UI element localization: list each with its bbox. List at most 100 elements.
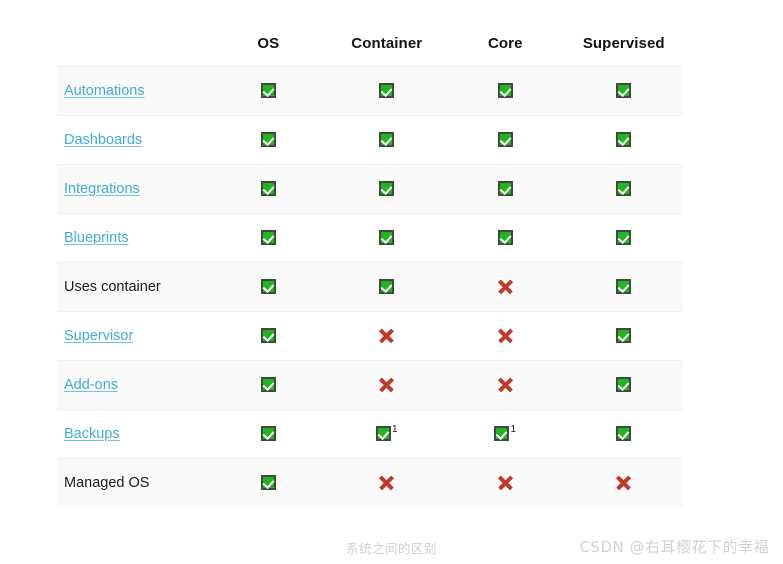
footnote-marker[interactable]: 1 bbox=[392, 424, 398, 435]
feature-link-automations[interactable]: Automations bbox=[64, 83, 145, 99]
red-cross-icon bbox=[498, 377, 513, 392]
green-check-icon bbox=[616, 230, 632, 246]
cell-container bbox=[327, 213, 446, 263]
column-header-supervised: Supervised bbox=[564, 18, 683, 67]
cell-core bbox=[446, 360, 565, 410]
cell-core bbox=[446, 115, 565, 165]
cell-container bbox=[327, 66, 446, 116]
cell-os bbox=[209, 458, 328, 507]
check-box-glyph bbox=[375, 426, 391, 442]
check-box-glyph bbox=[379, 83, 395, 99]
feature-cell: Backups bbox=[57, 409, 209, 459]
green-check-icon bbox=[497, 132, 513, 148]
feature-link-add-ons[interactable]: Add-ons bbox=[64, 377, 118, 393]
green-check-icon bbox=[616, 279, 632, 295]
green-check-icon bbox=[616, 377, 632, 393]
cell-supervised bbox=[564, 262, 683, 312]
green-check-icon bbox=[260, 328, 276, 344]
comparison-table-container: OS Container Core Supervised Automations… bbox=[57, 18, 683, 507]
table-row: Blueprints bbox=[57, 213, 683, 263]
cell-core bbox=[446, 164, 565, 214]
cell-supervised bbox=[564, 360, 683, 410]
cross-glyph bbox=[498, 328, 513, 343]
cell-supervised bbox=[564, 66, 683, 116]
feature-cell: Dashboards bbox=[57, 115, 209, 165]
red-cross-icon bbox=[498, 279, 513, 294]
cell-supervised bbox=[564, 164, 683, 214]
check-box-glyph bbox=[260, 132, 276, 148]
check-box-glyph bbox=[260, 230, 276, 246]
cell-container bbox=[327, 360, 446, 410]
cell-core bbox=[446, 262, 565, 312]
green-check-icon bbox=[260, 132, 276, 148]
column-header-container: Container bbox=[327, 18, 446, 67]
check-box-glyph bbox=[260, 377, 276, 393]
check-box-glyph bbox=[497, 83, 513, 99]
green-check-icon bbox=[375, 426, 391, 442]
header-row: OS Container Core Supervised bbox=[57, 18, 683, 67]
check-box-glyph bbox=[379, 132, 395, 148]
green-check-icon bbox=[616, 132, 632, 148]
cell-os bbox=[209, 360, 328, 410]
cell-os bbox=[209, 409, 328, 459]
feature-link-backups[interactable]: Backups bbox=[64, 426, 120, 442]
footnote-marker[interactable]: 1 bbox=[510, 424, 516, 435]
check-box-glyph bbox=[260, 181, 276, 197]
feature-cell: Integrations bbox=[57, 164, 209, 214]
cell-os bbox=[209, 311, 328, 361]
check-box-glyph bbox=[494, 426, 510, 442]
cell-container bbox=[327, 311, 446, 361]
check-box-glyph bbox=[379, 279, 395, 295]
table-row: Add-ons bbox=[57, 360, 683, 410]
cross-glyph bbox=[379, 475, 394, 490]
feature-cell: Uses container bbox=[57, 262, 209, 312]
green-check-icon bbox=[616, 83, 632, 99]
check-box-glyph bbox=[260, 83, 276, 99]
cell-container bbox=[327, 262, 446, 312]
green-check-icon bbox=[616, 181, 632, 197]
cell-core bbox=[446, 458, 565, 507]
cell-container bbox=[327, 115, 446, 165]
red-cross-icon bbox=[498, 328, 513, 343]
feature-label-uses-container: Uses container bbox=[64, 279, 161, 295]
green-check-icon bbox=[379, 181, 395, 197]
table-row: Backups 1 1 bbox=[57, 409, 683, 459]
feature-link-blueprints[interactable]: Blueprints bbox=[64, 230, 128, 246]
column-header-feature bbox=[57, 18, 209, 67]
green-check-icon bbox=[497, 83, 513, 99]
cell-os bbox=[209, 213, 328, 263]
feature-link-dashboards[interactable]: Dashboards bbox=[64, 132, 142, 148]
feature-link-supervisor[interactable]: Supervisor bbox=[64, 328, 133, 344]
csdn-watermark: CSDN @右耳樱花下的幸福 bbox=[579, 538, 769, 556]
cell-core bbox=[446, 311, 565, 361]
cell-core bbox=[446, 213, 565, 263]
check-box-glyph bbox=[616, 377, 632, 393]
feature-cell: Add-ons bbox=[57, 360, 209, 410]
green-check-icon bbox=[260, 279, 276, 295]
cell-os bbox=[209, 262, 328, 312]
check-box-glyph bbox=[616, 181, 632, 197]
red-cross-icon bbox=[379, 475, 394, 490]
feature-link-integrations[interactable]: Integrations bbox=[64, 181, 140, 197]
check-box-glyph bbox=[379, 230, 395, 246]
check-box-glyph bbox=[616, 132, 632, 148]
green-check-icon bbox=[616, 426, 632, 442]
check-box-glyph bbox=[379, 181, 395, 197]
check-box-glyph bbox=[260, 426, 276, 442]
check-box-glyph bbox=[616, 83, 632, 99]
check-box-glyph bbox=[616, 426, 632, 442]
red-cross-icon bbox=[379, 328, 394, 343]
green-check-icon bbox=[260, 181, 276, 197]
cell-container bbox=[327, 164, 446, 214]
cell-supervised bbox=[564, 115, 683, 165]
cell-container bbox=[327, 458, 446, 507]
cell-supervised bbox=[564, 213, 683, 263]
table-row: Uses container bbox=[57, 262, 683, 312]
feature-cell: Supervisor bbox=[57, 311, 209, 361]
cell-os bbox=[209, 164, 328, 214]
cell-container: 1 bbox=[327, 409, 446, 459]
green-check-icon bbox=[379, 279, 395, 295]
check-box-glyph bbox=[260, 475, 276, 491]
cell-core: 1 bbox=[446, 409, 565, 459]
green-check-icon bbox=[260, 377, 276, 393]
